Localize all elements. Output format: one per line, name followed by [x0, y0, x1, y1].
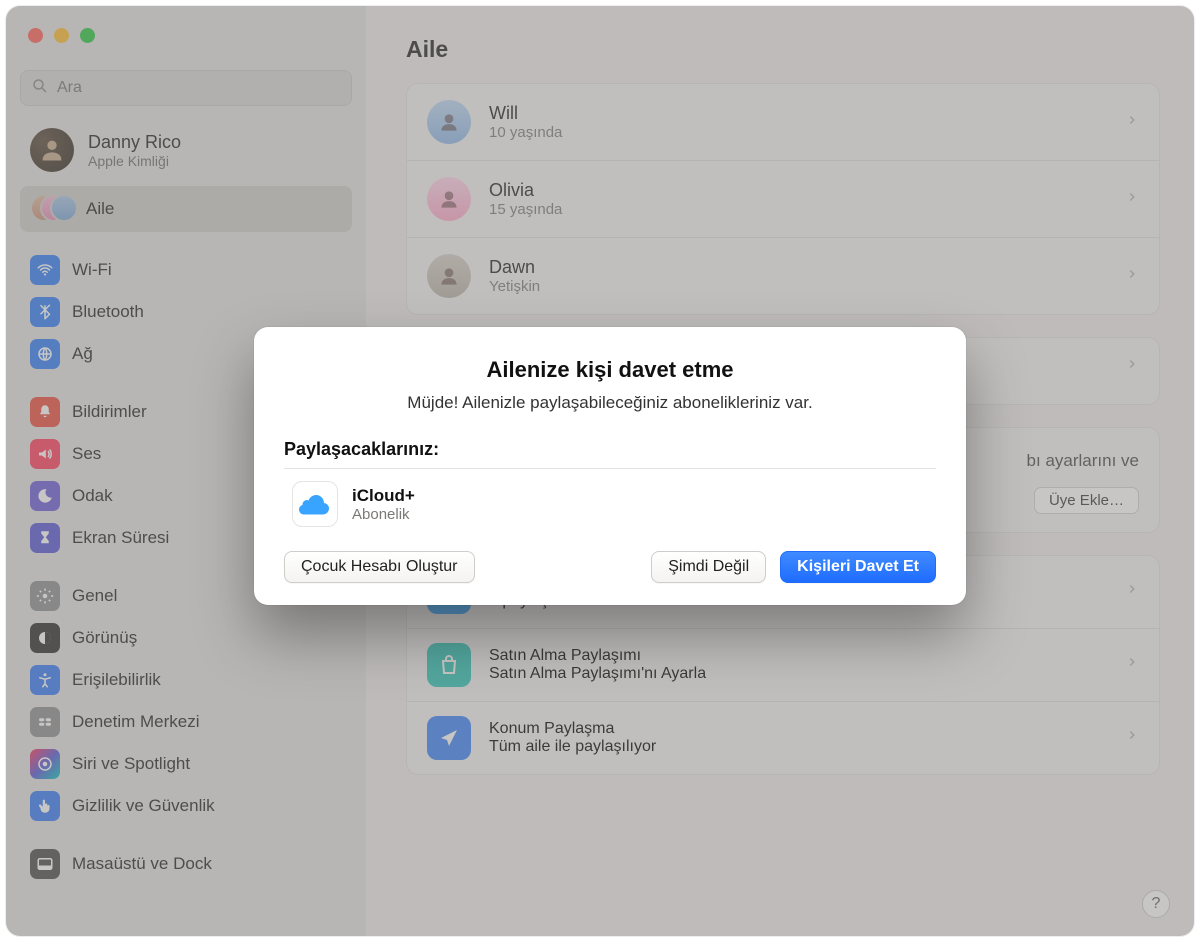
share-item-icloud: iCloud+ Abonelik [284, 481, 936, 527]
share-label: Paylaşacaklarınız: [284, 439, 936, 460]
share-item-name: iCloud+ [352, 486, 415, 506]
invite-people-button[interactable]: Kişileri Davet Et [780, 551, 936, 583]
not-now-button[interactable]: Şimdi Değil [651, 551, 766, 583]
divider [284, 468, 936, 469]
dialog-subtitle: Müjde! Ailenizle paylaşabileceğiniz abon… [284, 393, 936, 413]
share-item-subtitle: Abonelik [352, 506, 415, 523]
invite-family-dialog: Ailenize kişi davet etme Müjde! Ailenizl… [254, 327, 966, 605]
system-settings-window: Danny Rico Apple Kimliği Aile Wi-FiBluet… [6, 6, 1194, 936]
icloud-icon [292, 481, 338, 527]
dialog-title: Ailenize kişi davet etme [284, 357, 936, 383]
create-child-account-button[interactable]: Çocuk Hesabı Oluştur [284, 551, 475, 583]
